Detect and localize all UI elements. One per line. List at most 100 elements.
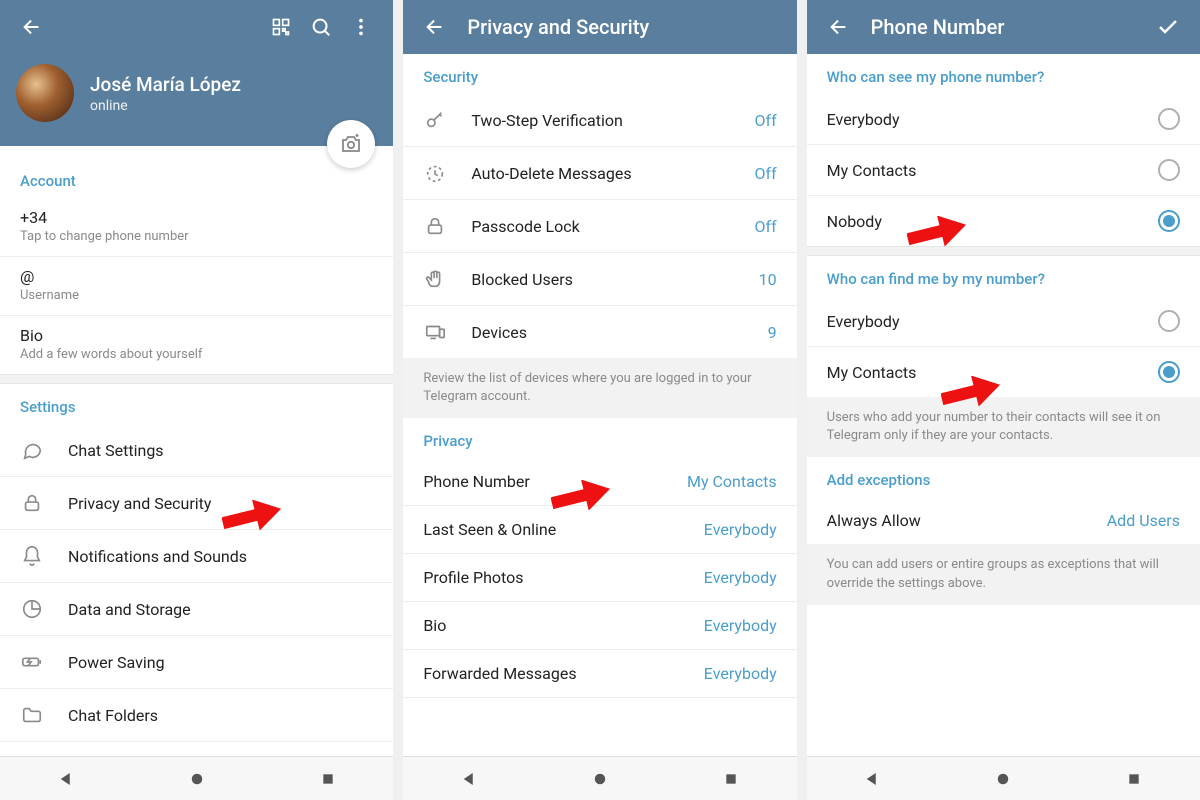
header: Privacy and Security bbox=[403, 0, 796, 54]
back-button[interactable] bbox=[819, 7, 859, 47]
back-icon bbox=[21, 16, 43, 38]
settings-row-privacy[interactable]: Privacy and Security bbox=[0, 477, 393, 530]
radio-icon bbox=[1158, 361, 1180, 383]
row-value: Off bbox=[755, 111, 777, 130]
nav-recent[interactable] bbox=[308, 759, 348, 799]
privacy-security-screen: Privacy and Security Security Two-Step V… bbox=[403, 0, 796, 800]
add-users-link[interactable]: Add Users bbox=[1107, 511, 1180, 530]
change-photo-button[interactable] bbox=[327, 120, 375, 168]
more-button[interactable] bbox=[341, 7, 381, 47]
security-row-devices[interactable]: Devices 9 bbox=[403, 306, 796, 358]
username-hint: Username bbox=[20, 288, 373, 303]
nav-back[interactable] bbox=[46, 759, 86, 799]
radio-icon bbox=[1158, 310, 1180, 332]
nav-home[interactable] bbox=[177, 759, 217, 799]
profile-name: José María López bbox=[90, 73, 241, 96]
settings-row-power[interactable]: Power Saving bbox=[0, 636, 393, 689]
devices-hint: Review the list of devices where you are… bbox=[403, 358, 796, 418]
back-button[interactable] bbox=[415, 7, 455, 47]
back-icon bbox=[424, 16, 446, 38]
settings-row-chat[interactable]: Chat Settings bbox=[0, 424, 393, 477]
phone-hint: Tap to change phone number bbox=[20, 229, 373, 244]
option-label: Nobody bbox=[827, 212, 1158, 231]
privacy-row-photos[interactable]: Profile Photos Everybody bbox=[403, 554, 796, 602]
nav-back[interactable] bbox=[449, 759, 489, 799]
bell-icon bbox=[20, 544, 44, 568]
android-nav-bar bbox=[807, 756, 1200, 800]
q2-title: Who can find me by my number? bbox=[807, 256, 1200, 296]
q2-hint: Users who add your number to their conta… bbox=[807, 397, 1200, 457]
content: Who can see my phone number? Everybody M… bbox=[807, 54, 1200, 756]
row-label: Power Saving bbox=[68, 653, 373, 672]
back-button[interactable] bbox=[12, 7, 52, 47]
qr-button[interactable] bbox=[261, 7, 301, 47]
row-value: Everybody bbox=[704, 520, 777, 539]
nav-back[interactable] bbox=[852, 759, 892, 799]
search-icon bbox=[310, 16, 332, 38]
row-label: Auto-Delete Messages bbox=[471, 164, 730, 183]
row-value: 9 bbox=[768, 323, 777, 342]
row-label: Privacy and Security bbox=[68, 494, 373, 513]
divider bbox=[807, 246, 1200, 256]
option-my-contacts[interactable]: My Contacts bbox=[807, 145, 1200, 196]
radio-icon bbox=[1158, 108, 1180, 130]
profile-status: online bbox=[90, 98, 241, 114]
timer-icon bbox=[423, 161, 447, 185]
row-label: Last Seen & Online bbox=[423, 520, 679, 539]
option-everybody-find[interactable]: Everybody bbox=[807, 296, 1200, 347]
nav-recent[interactable] bbox=[711, 759, 751, 799]
row-label: Bio bbox=[423, 616, 679, 635]
username-field[interactable]: @ Username bbox=[0, 257, 393, 316]
exceptions-always-allow[interactable]: Always Allow Add Users bbox=[807, 497, 1200, 544]
chat-icon bbox=[20, 438, 44, 462]
more-vertical-icon bbox=[350, 16, 372, 38]
folder-icon bbox=[20, 703, 44, 727]
security-row-autodelete[interactable]: Auto-Delete Messages Off bbox=[403, 147, 796, 200]
content: Account +34 Tap to change phone number @… bbox=[0, 146, 393, 756]
security-row-2fa[interactable]: Two-Step Verification Off bbox=[403, 94, 796, 147]
pie-icon bbox=[20, 597, 44, 621]
phone-number-privacy-screen: Phone Number Who can see my phone number… bbox=[807, 0, 1200, 800]
avatar[interactable] bbox=[16, 64, 74, 122]
row-label: Blocked Users bbox=[471, 270, 734, 289]
settings-row-notifications[interactable]: Notifications and Sounds bbox=[0, 530, 393, 583]
privacy-row-bio[interactable]: Bio Everybody bbox=[403, 602, 796, 650]
security-row-passcode[interactable]: Passcode Lock Off bbox=[403, 200, 796, 253]
camera-plus-icon bbox=[339, 132, 363, 156]
q1-title: Who can see my phone number? bbox=[807, 54, 1200, 94]
hand-icon bbox=[423, 267, 447, 291]
option-label: Everybody bbox=[827, 312, 1158, 331]
profile-header: José María López online bbox=[0, 54, 393, 146]
nav-recent[interactable] bbox=[1114, 759, 1154, 799]
privacy-row-lastseen[interactable]: Last Seen & Online Everybody bbox=[403, 506, 796, 554]
row-label: Chat Settings bbox=[68, 441, 373, 460]
bio-field[interactable]: Bio Add a few words about yourself bbox=[0, 316, 393, 374]
row-label: Devices bbox=[471, 323, 743, 342]
row-value: 10 bbox=[759, 270, 777, 289]
content: Security Two-Step Verification Off Auto-… bbox=[403, 54, 796, 756]
page-title: Privacy and Security bbox=[467, 15, 784, 39]
row-value: Off bbox=[755, 217, 777, 236]
settings-row-data[interactable]: Data and Storage bbox=[0, 583, 393, 636]
search-button[interactable] bbox=[301, 7, 341, 47]
devices-icon bbox=[423, 320, 447, 344]
security-row-blocked[interactable]: Blocked Users 10 bbox=[403, 253, 796, 306]
option-label: My Contacts bbox=[827, 363, 1158, 382]
privacy-row-forwarded[interactable]: Forwarded Messages Everybody bbox=[403, 650, 796, 698]
nav-home[interactable] bbox=[580, 759, 620, 799]
confirm-button[interactable] bbox=[1148, 7, 1188, 47]
option-everybody[interactable]: Everybody bbox=[807, 94, 1200, 145]
nav-home[interactable] bbox=[983, 759, 1023, 799]
phone-number-field[interactable]: +34 Tap to change phone number bbox=[0, 198, 393, 257]
row-label: Profile Photos bbox=[423, 568, 679, 587]
option-nobody[interactable]: Nobody bbox=[807, 196, 1200, 246]
page-title: Phone Number bbox=[871, 15, 1148, 39]
back-icon bbox=[828, 16, 850, 38]
privacy-section-title: Privacy bbox=[403, 418, 796, 458]
battery-icon bbox=[20, 650, 44, 674]
option-my-contacts-find[interactable]: My Contacts bbox=[807, 347, 1200, 397]
exceptions-section-title: Add exceptions bbox=[807, 457, 1200, 497]
row-value: Everybody bbox=[704, 664, 777, 683]
settings-row-folders[interactable]: Chat Folders bbox=[0, 689, 393, 742]
privacy-row-phone[interactable]: Phone Number My Contacts bbox=[403, 458, 796, 506]
